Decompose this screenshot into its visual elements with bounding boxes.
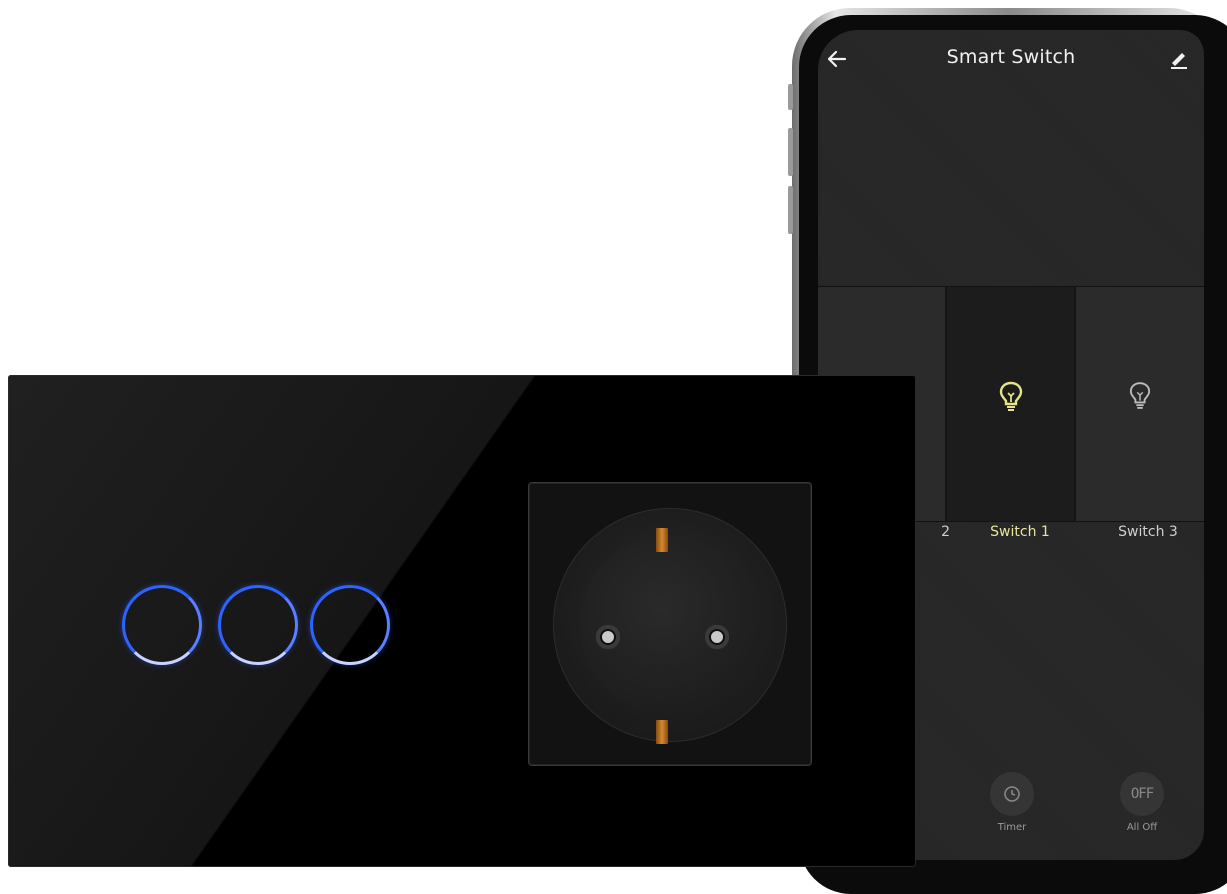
switch-1-label[interactable]: Switch 1: [970, 524, 1070, 540]
timer-label: Timer: [997, 822, 1027, 833]
phone-volume-up: [788, 128, 793, 176]
phone-silent-switch: [788, 84, 793, 110]
page-title: Smart Switch: [946, 46, 1076, 68]
off-icon: OFF: [1130, 786, 1154, 802]
touch-button-1: [122, 585, 202, 665]
pencil-icon: [1171, 53, 1187, 69]
touch-button-3: [310, 585, 390, 665]
socket-pin-hole-left: [596, 625, 620, 649]
phone-volume-down: [788, 186, 793, 234]
lightbulb-icon: [1129, 382, 1151, 409]
earth-clip-bottom: [656, 720, 668, 744]
switch-3-panel[interactable]: [1076, 287, 1204, 521]
all-off-button[interactable]: OFF: [1120, 772, 1164, 816]
switch-1-panel[interactable]: [947, 287, 1074, 521]
all-off-label: All Off: [1126, 822, 1158, 833]
switch-3-label[interactable]: Switch 3: [1098, 524, 1198, 540]
clock-icon: [1004, 786, 1020, 802]
earth-clip-top: [656, 528, 668, 552]
app-header: Smart Switch: [818, 30, 1204, 86]
edit-button[interactable]: [1164, 44, 1194, 74]
touch-button-2: [218, 585, 298, 665]
socket-pin-hole-right: [705, 625, 729, 649]
lightbulb-icon: [999, 381, 1022, 411]
timer-button[interactable]: [990, 772, 1034, 816]
